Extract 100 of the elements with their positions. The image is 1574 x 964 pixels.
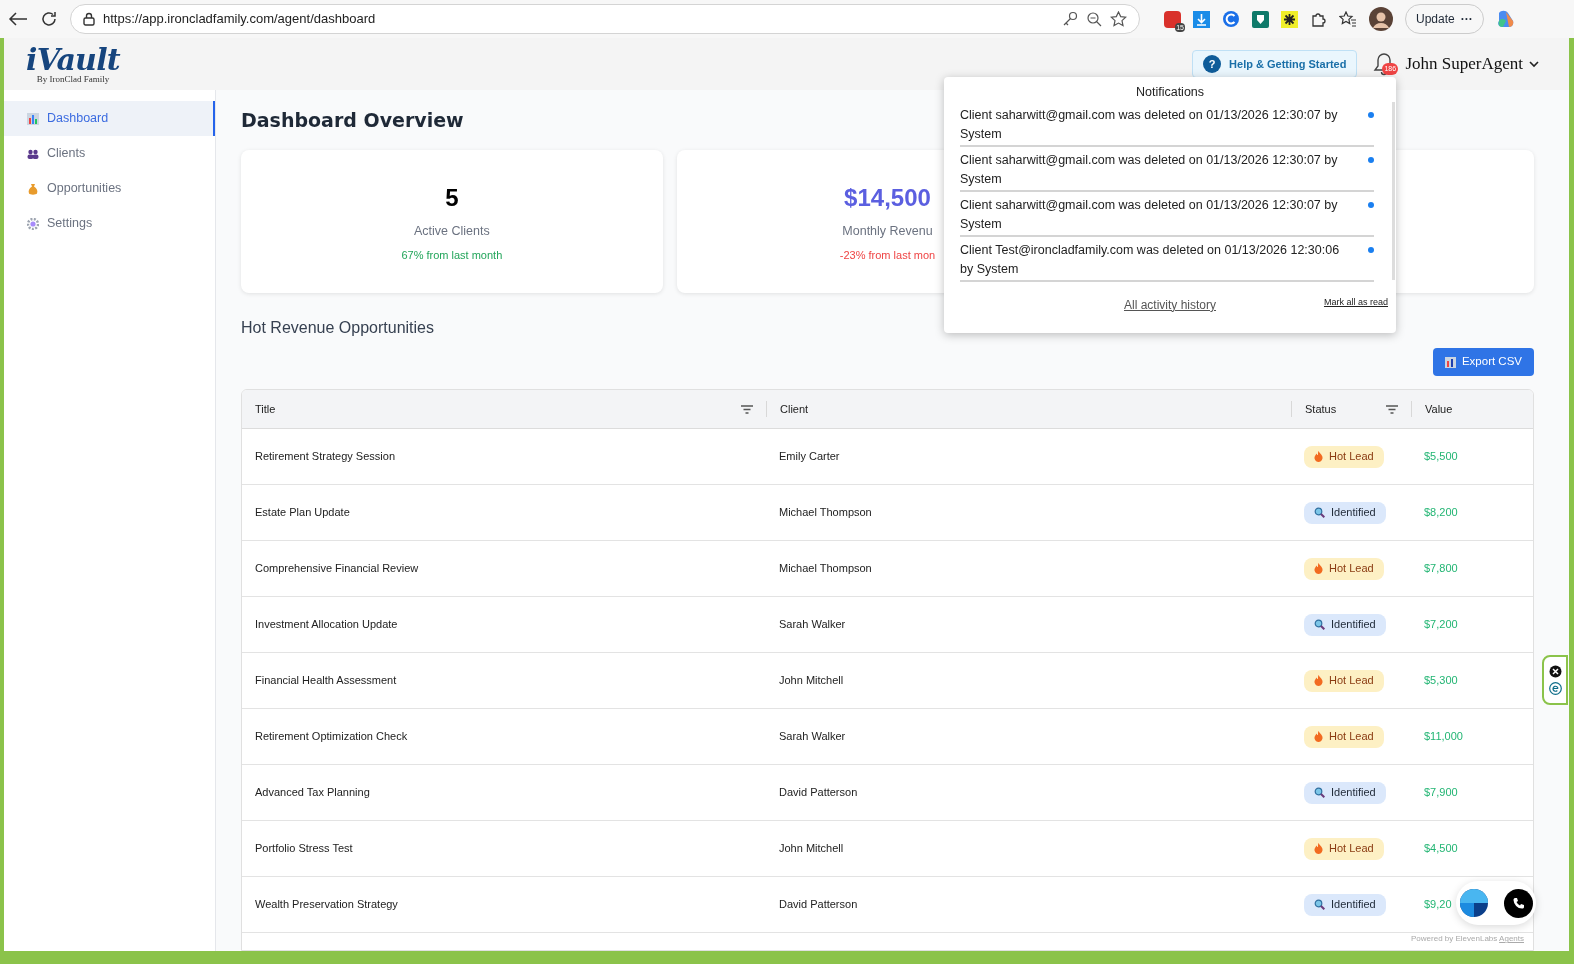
- flame-icon: [1314, 675, 1323, 686]
- notification-item[interactable]: Client saharwitt@gmail.com was deleted on 01/13/2026 12:30:07 by System: [960, 191, 1374, 237]
- asterisk-icon[interactable]: [1281, 10, 1298, 28]
- zoom-out-icon[interactable]: [1086, 11, 1102, 27]
- lock-icon: [83, 12, 95, 26]
- table-cell-text: $7,800: [1423, 561, 1459, 577]
- magnifier-icon: [1314, 787, 1325, 798]
- flame-icon: [1314, 843, 1323, 854]
- flame-icon: [1314, 451, 1323, 462]
- activity-history-link[interactable]: All activity history: [1124, 295, 1216, 314]
- table-cell-text: David Patterson: [778, 897, 859, 913]
- table-cell-text: Estate Plan Update: [254, 505, 351, 521]
- status-badge: Hot Lead: [1304, 669, 1384, 692]
- table-cell-text: Michael Thompson: [778, 561, 873, 577]
- sidebar-item[interactable]: Opportunities: [4, 171, 215, 206]
- close-icon[interactable]: [1548, 665, 1562, 678]
- star-icon[interactable]: [1110, 11, 1127, 27]
- flame-icon: [1314, 563, 1323, 574]
- ivault-logo[interactable]: iVault By IronClad Family: [26, 44, 120, 84]
- sidebar-item[interactable]: Clients: [4, 136, 215, 171]
- table-cell-text: Emily Carter: [778, 449, 841, 465]
- notification-text: Client saharwitt@gmail.com was deleted on 01/13/2026 12:30:07 by System: [960, 106, 1339, 143]
- stat-change: 67% from last month: [401, 247, 503, 263]
- export-csv-button[interactable]: Export CSV: [1432, 348, 1534, 376]
- table-cell-text: John Mitchell: [778, 673, 845, 689]
- download-icon[interactable]: [1193, 10, 1210, 28]
- table-cell-text: Sarah Walker: [778, 729, 847, 745]
- magnifier-icon: [1314, 899, 1325, 910]
- powered-by-text: Powered by ElevenLabs Agents: [1411, 933, 1524, 945]
- phone-icon: [1512, 897, 1525, 909]
- table-cell-text: Michael Thompson: [778, 505, 873, 521]
- notification-text: Client saharwitt@gmail.com was deleted on 01/13/2026 12:30:07 by System: [960, 151, 1339, 188]
- table-cell-text: Comprehensive Financial Review: [254, 561, 420, 577]
- section-title: Hot Revenue Opportunities: [241, 318, 435, 338]
- stat-value: $14,500: [844, 182, 931, 213]
- filter-icon[interactable]: [1386, 404, 1398, 414]
- table-cell-text: $4,500: [1423, 841, 1459, 857]
- status-badge: Identified: [1304, 501, 1386, 524]
- column-header[interactable]: Title: [255, 400, 276, 418]
- notification-item[interactable]: Client saharwitt@gmail.com was deleted on 01/13/2026 12:30:07 by System: [960, 146, 1374, 192]
- notification-item[interactable]: Client Test@ironcladfamily.com was deleted on 01/13/2026 12:30:06 by System: [960, 236, 1374, 282]
- flame-icon: [1314, 731, 1323, 742]
- page-title: Dashboard Overview: [241, 108, 464, 133]
- table-cell-text: $8,200: [1423, 505, 1459, 521]
- status-badge: Identified: [1304, 893, 1386, 916]
- table-cell-text: Retirement Strategy Session: [254, 449, 396, 465]
- circle-c-icon[interactable]: [1222, 10, 1240, 28]
- table-cell-text: David Patterson: [778, 785, 859, 801]
- stat-value: 5: [445, 182, 459, 213]
- table-cell-text: Advanced Tax Planning: [254, 785, 371, 801]
- call-button[interactable]: [1504, 888, 1533, 918]
- people-icon: [27, 148, 39, 159]
- status-badge: Identified: [1304, 781, 1386, 804]
- column-header[interactable]: Status: [1305, 400, 1337, 418]
- address-bar[interactable]: https://app.ironcladfamily.com/agent/dashboard: [70, 4, 1140, 34]
- sidebar-item[interactable]: Dashboard: [4, 101, 215, 136]
- update-button[interactable]: Update ···: [1405, 4, 1484, 34]
- bar-chart-icon: [27, 112, 39, 125]
- notification-text: Client Test@ironcladfamily.com was deleted on 01/13/2026 12:30:06 by System: [960, 241, 1341, 278]
- table-cell-text: $5,500: [1423, 449, 1459, 465]
- column-header[interactable]: Client: [780, 400, 809, 418]
- status-badge: Hot Lead: [1304, 557, 1384, 580]
- status-badge: Hot Lead: [1304, 837, 1384, 860]
- stat-label: Active Clients: [413, 222, 490, 240]
- copilot-icon[interactable]: [1495, 9, 1516, 29]
- question-icon: ?: [1203, 55, 1222, 73]
- filter-icon[interactable]: [741, 404, 753, 414]
- column-header[interactable]: Value: [1425, 400, 1453, 418]
- stat-label: Monthly Revenu: [842, 222, 933, 240]
- table-cell-text: $7,900: [1423, 785, 1459, 801]
- table-cell-text: $7,200: [1423, 617, 1459, 633]
- magnifier-icon: [1314, 619, 1325, 630]
- table-cell-text: John Mitchell: [778, 841, 845, 857]
- status-badge: Hot Lead: [1304, 725, 1384, 748]
- letter-e-icon[interactable]: [1548, 682, 1562, 695]
- bar-chart-icon: [1444, 356, 1456, 368]
- table-cell-text: Sarah Walker: [778, 617, 847, 633]
- profile-avatar-icon[interactable]: [1369, 7, 1393, 31]
- table-cell-text: Wealth Preservation Strategy: [254, 897, 399, 913]
- puzzle-icon[interactable]: [1310, 10, 1327, 28]
- mark-all-read-link[interactable]: Mark all as read: [1323, 295, 1388, 310]
- user-menu[interactable]: John SuperAgent: [1405, 51, 1539, 77]
- reload-icon[interactable]: [40, 10, 58, 28]
- sidebar-item[interactable]: Settings: [4, 206, 215, 241]
- shield-icon[interactable]: [1252, 10, 1269, 28]
- status-badge: Hot Lead: [1304, 445, 1384, 468]
- orb-icon[interactable]: [1459, 888, 1489, 918]
- chevron-down-icon: [1529, 60, 1539, 68]
- back-icon[interactable]: [8, 11, 28, 27]
- table-cell-text: $5,300: [1423, 673, 1459, 689]
- table-cell-text: Portfolio Stress Test: [254, 841, 354, 857]
- magnifier-icon: [1314, 507, 1325, 518]
- help-button[interactable]: ? Help & Getting Started: [1192, 50, 1358, 78]
- table-cell-text: Retirement Optimization Check: [254, 729, 409, 745]
- notification-item[interactable]: Client saharwitt@gmail.com was deleted on 01/13/2026 12:30:07 by System: [960, 101, 1374, 147]
- key-icon[interactable]: [1062, 11, 1078, 27]
- popup-title: Notifications: [1134, 84, 1206, 101]
- table-cell-text: Investment Allocation Update: [254, 617, 399, 633]
- table-cell-text: $11,000: [1423, 729, 1464, 745]
- favorites-icon[interactable]: [1339, 11, 1357, 27]
